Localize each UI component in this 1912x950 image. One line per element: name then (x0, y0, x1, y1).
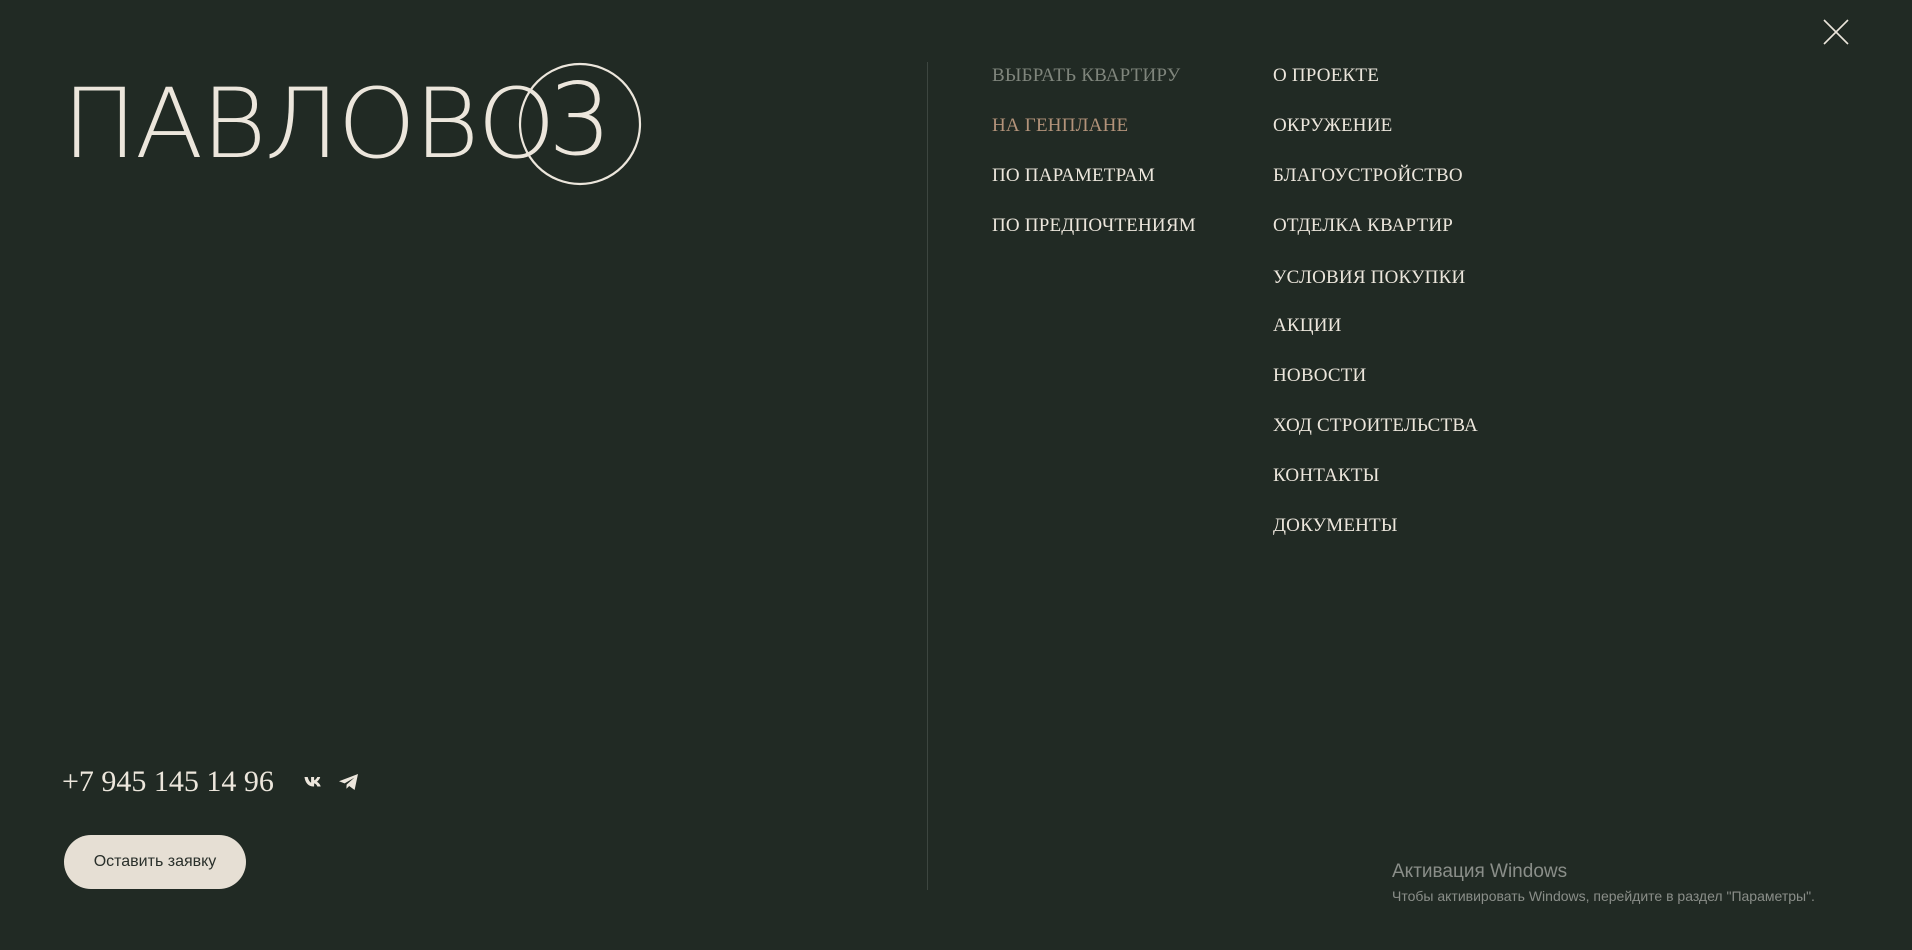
logo-number: 3 (548, 61, 612, 178)
close-button[interactable] (1820, 16, 1852, 48)
menu-divider (927, 62, 928, 890)
telegram-icon[interactable] (337, 770, 361, 794)
nav-finishing[interactable]: ОТДЕЛКА КВАРТИР (1273, 212, 1453, 240)
nav-construction-progress[interactable]: ХОД СТРОИТЕЛЬСТВА (1273, 412, 1478, 440)
nav-choose-apartment[interactable]: ВЫБРАТЬ КВАРТИРУ (992, 62, 1180, 90)
nav-about-project[interactable]: О ПРОЕКТЕ (1273, 62, 1379, 90)
vk-icon[interactable] (302, 770, 326, 794)
logo[interactable]: ПАВЛОВО 3 (62, 62, 648, 186)
nav-promotions[interactable]: АКЦИИ (1273, 312, 1342, 340)
windows-activation-watermark: Активация Windows Чтобы активировать Win… (1392, 860, 1815, 906)
phone-link[interactable]: +7 945 145 14 96 (62, 762, 274, 802)
nav-news[interactable]: НОВОСТИ (1273, 362, 1366, 390)
logo-text: ПАВЛОВО (62, 68, 556, 180)
windows-activation-title: Активация Windows (1392, 861, 1568, 882)
nav-on-genplan[interactable]: НА ГЕНПЛАНЕ (992, 112, 1128, 140)
nav-surroundings[interactable]: ОКРУЖЕНИЕ (1273, 112, 1392, 140)
leave-request-button[interactable]: Оставить заявку (64, 835, 246, 889)
close-icon (1823, 19, 1849, 45)
nav-purchase-terms[interactable]: УСЛОВИЯ ПОКУПКИ (1273, 264, 1465, 292)
nav-by-preferences[interactable]: ПО ПРЕДПОЧТЕНИЯМ (992, 212, 1196, 240)
nav-contacts[interactable]: КОНТАКТЫ (1273, 462, 1379, 490)
nav-by-parameters[interactable]: ПО ПАРАМЕТРАМ (992, 162, 1155, 190)
windows-activation-subtitle: Чтобы активировать Windows, перейдите в … (1392, 888, 1815, 904)
nav-landscaping[interactable]: БЛАГОУСТРОЙСТВО (1273, 162, 1463, 190)
nav-documents[interactable]: ДОКУМЕНТЫ (1273, 512, 1398, 540)
